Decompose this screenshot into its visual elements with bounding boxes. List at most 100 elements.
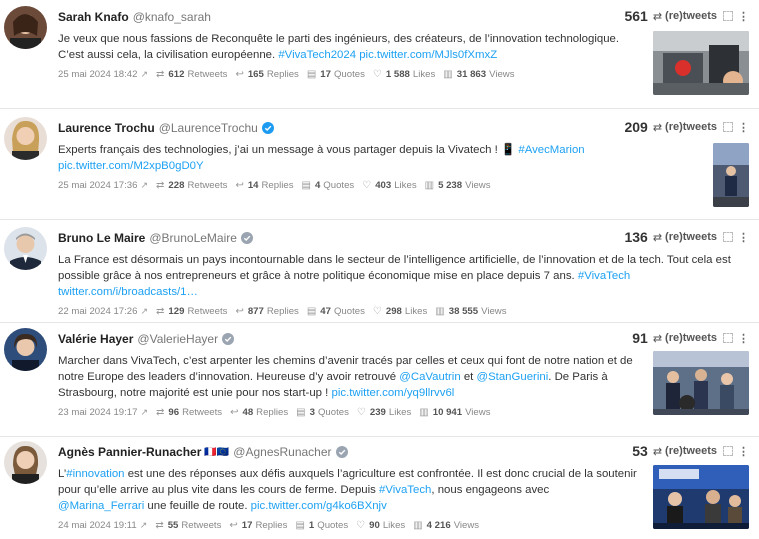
views-label: Views <box>453 520 480 531</box>
likes-label: Likes <box>394 180 417 191</box>
avatar[interactable] <box>4 117 47 160</box>
mention-link[interactable]: @StanGuerini <box>477 371 549 383</box>
hashtag-link[interactable]: #VivaTech2024 <box>278 49 356 61</box>
author-handle[interactable]: @BrunoLeMaire <box>149 231 237 245</box>
tweet-date[interactable]: 24 mai 2024 19:11 <box>58 520 137 531</box>
views-count: 10 941 <box>432 407 463 418</box>
tweet-text: Experts français des technologies, j’ai … <box>58 142 638 174</box>
tweet-date[interactable]: 23 mai 2024 19:17 <box>58 407 137 418</box>
author-handle[interactable]: @LaurenceTrochu <box>159 121 258 135</box>
tweet-media-thumbnail[interactable] <box>713 143 749 207</box>
retweets-stat: ⇄ 129 Retweets <box>156 306 227 317</box>
expand-icon[interactable] <box>723 122 733 132</box>
likes-count: 239 <box>369 407 386 418</box>
tweet-media-thumbnail[interactable] <box>653 31 749 95</box>
hashtag-link[interactable]: #VivaTech <box>379 484 431 496</box>
quotes-stat: ▤ 1 Quotes <box>295 520 348 531</box>
author-name[interactable]: Bruno Le Maire <box>58 231 145 245</box>
bar-chart-icon: ▥ <box>419 407 429 418</box>
retweet-counter: 53 ⇄ (re)tweets ⋮ <box>632 443 749 459</box>
retweet-counter: 209 ⇄ (re)tweets ⋮ <box>624 119 749 135</box>
reply-icon: ↩ <box>229 520 238 531</box>
author-name[interactable]: Valérie Hayer <box>58 332 133 346</box>
more-vertical-icon[interactable]: ⋮ <box>738 121 749 134</box>
reply-icon: ↩ <box>230 407 239 418</box>
author-name[interactable]: Agnès Pannier-Runacher <box>58 445 201 459</box>
quotes-stat: ▤ 4 Quotes <box>302 180 355 191</box>
tweet-text: La France est désormais un pays incontou… <box>58 252 738 300</box>
author-name[interactable]: Sarah Knafo <box>58 10 129 24</box>
hashtag-link[interactable]: #VivaTech <box>578 270 630 282</box>
avatar[interactable] <box>4 328 47 371</box>
heart-icon: ♡ <box>362 180 372 191</box>
more-vertical-icon[interactable]: ⋮ <box>738 332 749 345</box>
external-link-icon[interactable]: ↗ <box>140 69 148 80</box>
expand-icon[interactable] <box>723 11 733 21</box>
retweets-label: Retweets <box>187 180 228 191</box>
author-handle[interactable]: @AgnesRunacher <box>233 445 331 459</box>
retweets-count: 612 <box>168 69 185 80</box>
retweets-label: Retweets <box>187 69 228 80</box>
quotes-label: Quotes <box>323 180 355 191</box>
expand-icon[interactable] <box>723 446 733 456</box>
media-link[interactable]: pic.twitter.com/yq9llrvv6l <box>332 387 455 399</box>
retweet-label: (re)tweets <box>665 121 717 133</box>
avatar[interactable] <box>4 6 47 49</box>
retweet-label: (re)tweets <box>665 10 717 22</box>
tweet-date[interactable]: 25 mai 2024 17:36 <box>58 180 137 191</box>
tweet-card[interactable]: Sarah Knafo @knafo_sarah Je veux que nou… <box>0 0 759 109</box>
reply-icon: ↩ <box>235 306 244 317</box>
external-link-icon[interactable]: ↗ <box>140 407 148 418</box>
quotes-label: Quotes <box>333 306 365 317</box>
avatar[interactable] <box>4 441 47 484</box>
media-link[interactable]: pic.twitter.com/MJls0fXmxZ <box>359 49 497 61</box>
retweet-icon: ⇄ <box>156 69 165 80</box>
broadcast-link[interactable]: twitter.com/i/broadcasts/1… <box>58 286 198 298</box>
more-vertical-icon[interactable]: ⋮ <box>738 10 749 23</box>
quote-icon: ▤ <box>306 306 317 317</box>
tweet-card[interactable]: Agnès Pannier-Runacher 🇫🇷🇪🇺 @AgnesRunach… <box>0 437 759 539</box>
likes-count: 403 <box>375 180 392 191</box>
expand-icon[interactable] <box>723 232 733 242</box>
hashtag-link[interactable]: #innovation <box>66 468 124 480</box>
external-link-icon[interactable]: ↗ <box>140 306 148 317</box>
mention-link[interactable]: @CaVautrin <box>399 371 460 383</box>
tweet-media-thumbnail[interactable] <box>653 351 749 415</box>
tweet-text-segment: et <box>460 371 477 383</box>
tweet-media-thumbnail[interactable] <box>653 465 749 529</box>
author-handle[interactable]: @ValerieHayer <box>137 332 218 346</box>
author-name[interactable]: Laurence Trochu <box>58 121 155 135</box>
retweet-count: 136 <box>624 229 648 245</box>
external-link-icon[interactable]: ↗ <box>140 180 148 191</box>
expand-icon[interactable] <box>723 333 733 343</box>
more-vertical-icon[interactable]: ⋮ <box>738 231 749 244</box>
external-link-icon[interactable]: ↗ <box>140 520 148 531</box>
tweet-card[interactable]: Laurence Trochu @LaurenceTrochu Experts … <box>0 109 759 220</box>
tweet-feed: Sarah Knafo @knafo_sarah Je veux que nou… <box>0 0 759 539</box>
retweet-icon: ⇄ <box>652 231 663 244</box>
retweet-count: 561 <box>624 8 648 24</box>
tweet-date[interactable]: 22 mai 2024 17:26 <box>58 306 137 317</box>
retweet-count: 209 <box>624 119 648 135</box>
hashtag-link[interactable]: #AvecMarion <box>518 144 584 156</box>
replies-stat: ↩ 48 Replies <box>230 407 288 418</box>
mention-link[interactable]: @Marina_Ferrari <box>58 500 144 512</box>
tweet-card[interactable]: Bruno Le Maire @BrunoLeMaire La France e… <box>0 220 759 323</box>
retweets-stat: ⇄ 612 Retweets <box>156 69 227 80</box>
tweet-text-segment: Experts français des technologies, j’ai … <box>58 144 519 156</box>
retweet-icon: ⇄ <box>155 520 164 531</box>
more-vertical-icon[interactable]: ⋮ <box>738 445 749 458</box>
bar-chart-icon: ▥ <box>413 520 423 531</box>
views-count: 4 216 <box>426 520 451 531</box>
author-handle[interactable]: @knafo_sarah <box>133 10 211 24</box>
retweet-counter: 91 ⇄ (re)tweets ⋮ <box>632 330 749 346</box>
heart-icon: ♡ <box>356 407 366 418</box>
media-link[interactable]: pic.twitter.com/g4ko6BXnjv <box>251 500 387 512</box>
media-link[interactable]: pic.twitter.com/M2xpB0gD0Y <box>58 160 204 172</box>
avatar[interactable] <box>4 227 47 270</box>
views-stat: ▥ 5 238 Views <box>425 180 491 191</box>
retweet-count: 53 <box>632 443 648 459</box>
tweet-date[interactable]: 25 mai 2024 18:42 <box>58 69 137 80</box>
tweet-text-segment: une feuille de route. <box>144 500 251 512</box>
tweet-card[interactable]: Valérie Hayer @ValerieHayer Marcher dans… <box>0 323 759 437</box>
